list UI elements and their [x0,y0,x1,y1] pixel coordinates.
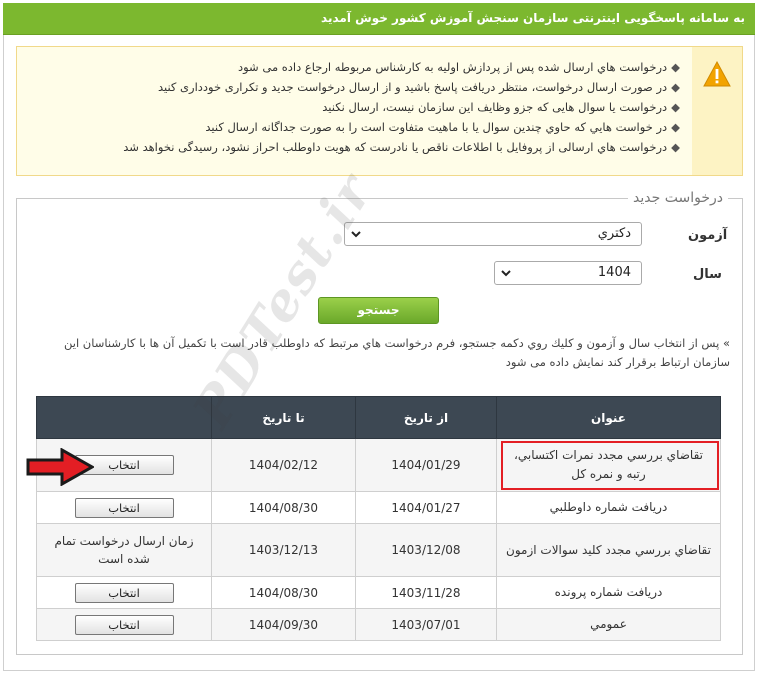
row-to-date: 1404/09/30 [211,608,356,641]
select-button[interactable]: انتخاب [74,614,174,635]
row-to-date: 1404/08/30 [211,576,356,609]
row-to-date: 1404/08/30 [211,491,356,524]
exam-select-value: دکتري [597,226,631,241]
row-title: عمومي [496,608,721,641]
row-title: تقاضاي بررسي مجدد نمرات اكتسابي، رتبه و … [496,438,721,492]
table-row: تقاضاي بررسي مجدد كليد سوالات ازمون 1403… [36,523,721,577]
table-row: تقاضاي بررسي مجدد نمرات اكتسابي، رتبه و … [36,438,721,492]
notice-item: ◆در صورت ارسال درخواست، منتظر دريافت پاس… [157,80,680,94]
header-bar: به سامانه پاسخگويی اينترنتی سازمان سنجش … [3,3,755,35]
row-action-cell: انتخاب [36,576,212,609]
notice-box: ◆درخواست هاي ارسال شده پس از پردازش اولي… [16,46,743,176]
row-from-date: 1404/01/27 [355,491,497,524]
row-title: دريافت شماره پرونده [496,576,721,609]
table-row: دريافت شماره داوطلبي 1404/01/27 1404/08/… [36,491,721,524]
row-title: تقاضاي بررسي مجدد كليد سوالات ازمون [496,523,721,577]
notice-item: ◆درخواست هاي ارسال شده پس از پردازش اولي… [238,60,680,74]
search-hint: » پس از انتخاب سال و آزمون و كليك روي دك… [64,336,730,369]
row-from-date: 1403/12/08 [355,523,497,577]
notice-item: ◆درخواست هاي ارسالی از پروفايل با اطلاعا… [123,140,680,154]
year-select[interactable]: 1404 [494,261,642,285]
red-arrow-icon [26,448,94,486]
table-row: دريافت شماره پرونده 1403/11/28 1404/08/3… [36,576,721,609]
row-to-date: 1403/12/13 [211,523,356,577]
column-header-action [36,396,212,439]
row-from-date: 1403/11/28 [355,576,497,609]
table-row: عمومي 1403/07/01 1404/09/30 انتخاب [36,608,721,641]
column-header-to: تا تاریخ [211,396,356,439]
new-request-legend: درخواست جدید [633,190,723,206]
row-action-cell: انتخاب [36,608,212,641]
chevron-down-icon [351,231,361,238]
row-from-date: 1404/01/29 [355,438,497,492]
column-header-from: از تاریخ [355,396,497,439]
column-header-title: عنوان [496,396,721,439]
exam-label: آزمون [688,228,728,243]
search-button[interactable]: جستجو [318,297,439,324]
notice-item: ◆در خواست هايي كه حاوي چندين سوال يا با … [205,120,680,134]
select-button[interactable]: انتخاب [74,582,174,603]
table-header-row: عنوان از تاریخ تا تاریخ [36,396,721,439]
row-title: دريافت شماره داوطلبي [496,491,721,524]
warning-icon [703,61,731,87]
exam-select[interactable]: دکتري [344,222,642,246]
year-select-value: 1404 [597,265,631,280]
row-to-date: 1404/02/12 [211,438,356,492]
chevron-down-icon [501,270,511,277]
requests-table: عنوان از تاریخ تا تاریخ تقاضاي بررسي مجد… [36,396,721,641]
row-action-cell: انتخاب [36,491,212,524]
notice-list: ◆درخواست هاي ارسال شده پس از پردازش اولي… [120,57,680,157]
year-label: سال [693,267,722,282]
notice-item: ◆درخواست یا سوال هایی که جزو وظايف اين س… [322,100,680,114]
request-closed-status: زمان ارسال درخواست تمام شده است [36,523,212,577]
row-from-date: 1403/07/01 [355,608,497,641]
select-button[interactable]: انتخاب [74,497,174,518]
page-title: به سامانه پاسخگويی اينترنتی سازمان سنجش … [321,11,745,25]
